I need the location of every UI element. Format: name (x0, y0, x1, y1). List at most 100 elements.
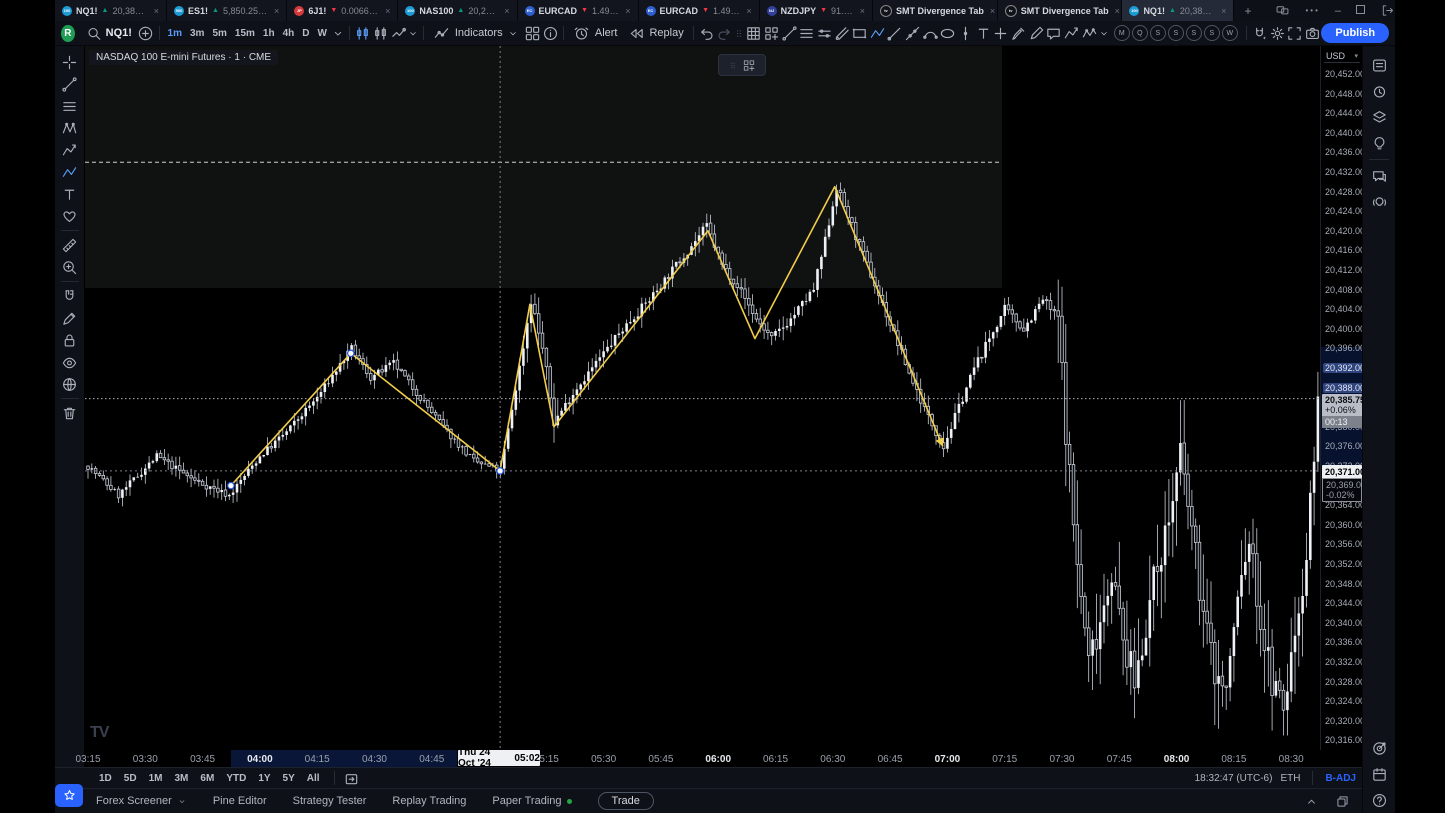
new-tab-button[interactable]: + (1234, 0, 1261, 21)
cross-fav-icon[interactable] (992, 22, 1010, 44)
panel-tab-strategy-tester[interactable]: Strategy Tester (293, 795, 367, 807)
symbol-tab[interactable]: tvSMT Divergence Tab× (873, 0, 998, 21)
clock[interactable]: 18:32:47 (UTC-6) (1195, 773, 1273, 784)
timeframe-button-15m[interactable]: 15m (231, 28, 259, 39)
timeframe-menu-icon[interactable] (331, 22, 345, 44)
add-symbol-icon[interactable] (137, 22, 155, 44)
curve-fav-icon[interactable] (921, 22, 939, 44)
sidebar-calendar-icon[interactable] (1366, 761, 1392, 787)
price-axis[interactable]: 20,452.0020,448.0020,444.0020,440.0020,4… (1320, 46, 1363, 750)
timeframe-button-W[interactable]: W (314, 28, 331, 39)
user-avatar[interactable]: R (61, 25, 75, 42)
chart-pane[interactable] (85, 46, 1320, 750)
timeframe-button-1m[interactable]: 1m (164, 28, 186, 39)
ellipse-fav-icon[interactable] (939, 22, 957, 44)
comment-fav-icon[interactable] (1045, 22, 1063, 44)
drawing-mode-tool[interactable] (58, 307, 82, 329)
collapse-panel-icon[interactable] (1304, 794, 1319, 809)
chart-style-icon[interactable] (354, 22, 372, 44)
lock-all-tool[interactable] (58, 329, 82, 351)
vertical-line-fav-icon[interactable] (957, 22, 975, 44)
close-tab-icon[interactable]: × (154, 6, 159, 16)
session-label[interactable]: ETH (1280, 773, 1300, 784)
sidebar-alerts-icon[interactable] (1366, 78, 1392, 104)
timeframe-button-3m[interactable]: 3m (186, 28, 208, 39)
symbol-search[interactable]: NQ1! (81, 21, 137, 45)
xabcd-pattern-tool[interactable] (58, 117, 82, 139)
symbol-tab[interactable]: ECEURCAD▼1.49912× (639, 0, 760, 21)
path-fav-icon[interactable] (1063, 22, 1081, 44)
horizontal-lines-fav-icon[interactable] (798, 22, 816, 44)
trend-line-tool[interactable] (58, 73, 82, 95)
snapshot-camera-icon[interactable] (1304, 22, 1322, 44)
publish-button[interactable]: Publish (1321, 23, 1389, 43)
globe-tool[interactable] (58, 373, 82, 395)
drag-handle-icon[interactable] (728, 58, 738, 73)
indicators-button[interactable]: Indicators (428, 21, 524, 45)
minimize-button[interactable]: – (1335, 5, 1341, 17)
multi-monitor-icon[interactable] (1275, 3, 1290, 18)
symbol-tab[interactable]: 100NQ1!▲20,385.75× (1122, 0, 1234, 21)
channel-fav-icon[interactable] (833, 22, 851, 44)
preset-s-button[interactable]: S (1150, 25, 1166, 41)
go-to-date-icon[interactable] (343, 767, 361, 789)
style-menu-icon[interactable] (407, 22, 419, 44)
add-to-layout-icon[interactable] (742, 58, 756, 73)
preset-s-button[interactable]: S (1204, 25, 1220, 41)
preset-q-button[interactable]: Q (1132, 25, 1148, 41)
ray-fav-icon[interactable] (886, 22, 904, 44)
trash-tool[interactable] (58, 402, 82, 424)
undo-icon[interactable] (698, 22, 716, 44)
symbol-tab[interactable]: tvSMT Divergence Tab× (998, 0, 1123, 21)
sidebar-streams-icon[interactable] (1366, 189, 1392, 215)
symbol-tab[interactable]: 100NQ1!▲20,385.75× (55, 0, 167, 21)
close-tab-icon[interactable]: × (746, 6, 751, 16)
rectangle-fav-icon[interactable] (851, 22, 869, 44)
symbol-tab[interactable]: 500ES1!▲5,850.25 +0.× (167, 0, 287, 21)
horizontal-ray-fav-icon[interactable] (816, 22, 834, 44)
panel-tab-pine-editor[interactable]: Pine Editor (213, 795, 267, 807)
grid-tool-icon[interactable] (745, 22, 763, 44)
range-5d-button[interactable]: 5D (118, 773, 143, 784)
close-tab-icon[interactable]: × (274, 6, 279, 16)
preset-m-button[interactable]: M (1114, 25, 1130, 41)
sidebar-sniper-icon[interactable] (1366, 735, 1392, 761)
ruler-tool[interactable] (58, 234, 82, 256)
symbol-tab[interactable]: NJNZDJPY▼91.192× (760, 0, 873, 21)
fib-retracement-tool[interactable] (58, 95, 82, 117)
settings-gear-icon[interactable] (1268, 22, 1286, 44)
hide-all-tool[interactable] (58, 351, 82, 373)
sidebar-chat-icon[interactable] (1366, 163, 1392, 189)
arrow-fav-icon[interactable] (904, 22, 922, 44)
panel-tab-paper-trading[interactable]: Paper Trading (492, 795, 571, 807)
zoom-in-tool[interactable] (58, 256, 82, 278)
restore-panel-icon[interactable] (1335, 794, 1350, 809)
preset-w-button[interactable]: W (1222, 25, 1238, 41)
fav-menu-icon[interactable] (1098, 22, 1110, 44)
grid-plus-tool-icon[interactable] (763, 22, 781, 44)
currency-selector[interactable]: USD▾ (1324, 50, 1360, 63)
drawings-drag-handle[interactable] (733, 22, 745, 44)
text-fav-icon[interactable] (974, 22, 992, 44)
close-tab-icon[interactable]: × (990, 6, 995, 16)
emoji-heart-tool[interactable] (58, 205, 82, 227)
alert-button[interactable]: Alert (568, 21, 623, 45)
brush-fav-icon[interactable] (1010, 22, 1028, 44)
redo-icon[interactable] (715, 22, 733, 44)
range-1m-button[interactable]: 1M (143, 773, 169, 784)
zigzag-fav-icon[interactable] (869, 22, 887, 44)
trade-button[interactable]: Trade (598, 792, 654, 810)
time-axis[interactable]: 03:1503:3003:4504:0004:1504:3004:4505:00… (85, 750, 1362, 767)
close-tab-icon[interactable]: × (1221, 6, 1226, 16)
fullscreen-icon[interactable] (1286, 22, 1304, 44)
adjustment-label[interactable]: B-ADJ (1325, 773, 1356, 784)
preset-s-button[interactable]: S (1186, 25, 1202, 41)
pen-fav-icon[interactable] (1027, 22, 1045, 44)
more-options-icon[interactable]: ••• (1305, 6, 1319, 15)
floating-mini-toolbar[interactable] (718, 54, 766, 76)
compare-icon[interactable] (389, 22, 407, 44)
timeframe-button-1h[interactable]: 1h (259, 28, 279, 39)
pattern-fav-icon[interactable] (1080, 22, 1098, 44)
info-circle-icon[interactable] (541, 22, 559, 44)
range-all-button[interactable]: All (301, 773, 326, 784)
